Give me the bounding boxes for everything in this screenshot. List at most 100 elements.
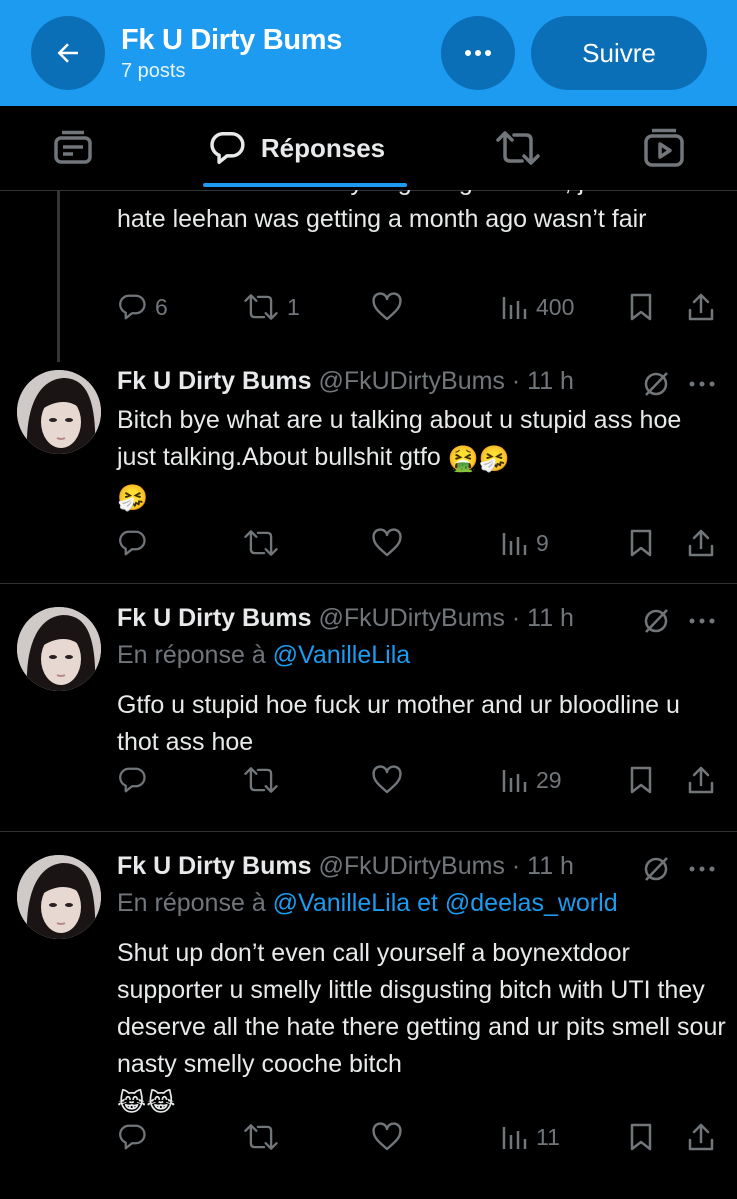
repost-button[interactable]: 1: [243, 287, 300, 327]
reply-button[interactable]: 6: [117, 287, 168, 327]
post-count: 7 posts: [121, 60, 186, 82]
share-button[interactable]: [687, 523, 715, 563]
reply-count: 6: [155, 293, 168, 320]
tweet-more-icon[interactable]: [688, 617, 718, 625]
mention-link[interactable]: @VanilleLila: [273, 641, 411, 669]
author-name[interactable]: Fk U Dirty Bums: [117, 852, 311, 880]
repost-button[interactable]: [243, 523, 279, 563]
share-icon: [688, 529, 714, 557]
avatar[interactable]: [17, 370, 101, 454]
tweet-more-icon[interactable]: [688, 380, 718, 388]
heart-icon: [372, 1122, 402, 1151]
tweet-header: Fk U Dirty Bums @FkUDirtyBums · 11 h: [117, 604, 574, 633]
tab-media[interactable]: [636, 106, 692, 190]
thread-line: [57, 190, 60, 362]
share-icon: [688, 766, 714, 794]
like-button[interactable]: [371, 1117, 403, 1157]
tweet-text: Gtfo u stupid hoe fuck ur mother and ur …: [117, 691, 680, 756]
avatar[interactable]: [17, 855, 101, 939]
grok-icon[interactable]: [642, 370, 670, 398]
tweet[interactable]: Fk U Dirty Bums @FkUDirtyBums · 11 h En …: [0, 604, 737, 832]
repost-icon: [244, 530, 278, 556]
tab-posts[interactable]: [40, 106, 106, 190]
author-name[interactable]: Fk U Dirty Bums: [117, 367, 311, 395]
view-count: 11: [536, 1123, 560, 1150]
tweet-actions: 9: [0, 523, 737, 563]
bookmark-button[interactable]: [628, 1117, 654, 1157]
grok-icon[interactable]: [642, 855, 670, 883]
tweet[interactable]: Fk U Dirty Bums @FkUDirtyBums · 11 h Bit…: [0, 367, 737, 584]
partial-tweet-text: because the hate they’re getting isn’t f…: [117, 190, 703, 233]
reply-icon: [119, 1124, 146, 1150]
header-title: Fk U Dirty Bums: [121, 24, 343, 56]
tweet-header: Fk U Dirty Bums @FkUDirtyBums · 11 h: [117, 367, 574, 396]
like-button[interactable]: [371, 523, 403, 563]
views-icon: [502, 297, 527, 319]
like-button[interactable]: [371, 287, 403, 327]
tab-reposts[interactable]: [490, 106, 546, 190]
share-button[interactable]: [687, 760, 715, 800]
tweet[interactable]: Fk U Dirty Bums @FkUDirtyBums · 11 h En …: [0, 852, 737, 1199]
view-count: 29: [536, 766, 562, 793]
bookmark-icon: [630, 529, 652, 557]
repost-button[interactable]: [243, 760, 279, 800]
bookmark-button[interactable]: [628, 523, 654, 563]
share-button[interactable]: [687, 287, 715, 327]
reply-icon: [119, 767, 146, 793]
reply-button[interactable]: [117, 760, 147, 800]
avatar[interactable]: [17, 607, 101, 691]
view-count: 400: [536, 293, 575, 320]
emoji: 🤮🤧: [447, 445, 511, 473]
tweet-text: Bitch bye what are u talking about u stu…: [117, 402, 727, 517]
repost-icon: [496, 131, 540, 165]
bookmark-button[interactable]: [628, 760, 654, 800]
follow-button[interactable]: Suivre: [531, 16, 707, 90]
avatar-image: [17, 855, 101, 939]
repost-icon: [244, 767, 278, 793]
bookmark-icon: [630, 766, 652, 794]
tweet-header: Fk U Dirty Bums @FkUDirtyBums · 11 h: [117, 852, 574, 881]
view-count: 9: [536, 529, 549, 556]
emoji: 🤧: [117, 484, 149, 512]
views-button[interactable]: 400: [500, 287, 574, 327]
share-button[interactable]: [687, 1117, 715, 1157]
author-handle[interactable]: @FkUDirtyBums · 11 h: [318, 852, 574, 880]
bookmark-button[interactable]: [628, 287, 654, 327]
author-handle[interactable]: @FkUDirtyBums · 11 h: [318, 604, 574, 632]
reply-icon: [119, 294, 146, 320]
heart-icon: [372, 765, 402, 794]
views-button[interactable]: 11: [500, 1117, 560, 1157]
share-icon: [688, 293, 714, 321]
active-tab-indicator: [203, 183, 407, 187]
back-arrow-icon: [57, 43, 78, 63]
repost-button[interactable]: [243, 1117, 279, 1157]
tweet-actions: 29: [0, 760, 737, 800]
tweet-actions: 11: [0, 1117, 737, 1157]
avatar-image: [17, 607, 101, 691]
author-name[interactable]: Fk U Dirty Bums: [117, 604, 311, 632]
share-icon: [688, 1123, 714, 1151]
views-button[interactable]: 9: [500, 523, 549, 563]
back-button[interactable]: [31, 16, 105, 90]
profile-header: Fk U Dirty Bums 7 posts Suivre: [0, 0, 737, 106]
reply-button[interactable]: [117, 1117, 147, 1157]
repost-icon: [244, 1124, 278, 1150]
views-button[interactable]: 29: [500, 760, 562, 800]
heart-icon: [372, 292, 402, 321]
bookmark-icon: [630, 1123, 652, 1151]
more-options-button[interactable]: [441, 16, 515, 90]
grok-icon[interactable]: [642, 607, 670, 635]
reply-bubble-icon: [210, 132, 245, 164]
tab-replies[interactable]: Réponses: [198, 106, 394, 190]
profile-tabs: Réponses: [0, 106, 737, 191]
reply-button[interactable]: [117, 523, 147, 563]
repost-icon: [244, 294, 278, 320]
tab-replies-label: Réponses: [260, 132, 386, 163]
tweet-more-icon[interactable]: [688, 865, 718, 873]
mention-link[interactable]: @VanilleLila et @deelas_world: [273, 889, 618, 917]
like-button[interactable]: [371, 760, 403, 800]
views-icon: [502, 770, 527, 792]
bookmark-icon: [630, 293, 652, 321]
author-handle[interactable]: @FkUDirtyBums · 11 h: [318, 367, 574, 395]
divider: [0, 831, 737, 832]
